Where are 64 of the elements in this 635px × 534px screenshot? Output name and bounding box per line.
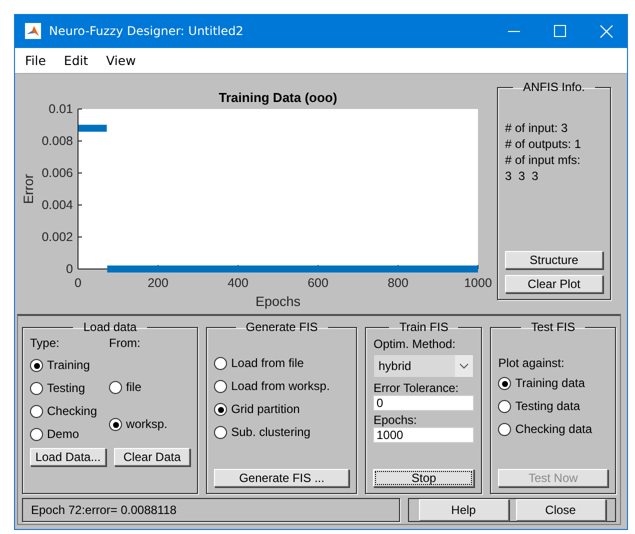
x-tick-label: 600	[308, 276, 328, 290]
push-button[interactable]: Help	[418, 499, 508, 521]
window-title: Neuro-Fuzzy Designer: Untitled2	[49, 24, 244, 38]
push-button[interactable]: Generate FIS ...	[214, 469, 350, 487]
y-tick-label: 0.01	[48, 102, 73, 116]
radio-option[interactable]: file	[109, 380, 168, 395]
close-icon[interactable]	[600, 24, 613, 38]
radio-option[interactable]: Checking data	[498, 422, 608, 437]
group-title: Generate FIS	[244, 320, 319, 334]
group-title: ANFIS Info.	[522, 80, 586, 94]
radio-option[interactable]: Checking	[30, 404, 98, 419]
app-icon	[25, 23, 41, 40]
y-axis-label: Error	[21, 174, 36, 204]
x-tick-label: 200	[148, 276, 168, 290]
y-tick-label: 0	[66, 262, 73, 276]
error-line	[78, 124, 107, 132]
chevron-down-icon	[459, 363, 470, 369]
info-text: # of input: 3	[505, 120, 569, 136]
radio-option[interactable]: Load from file	[214, 356, 350, 371]
chart-title: Training Data (ooo)	[218, 90, 338, 105]
field-label: Type:	[30, 336, 60, 350]
push-button[interactable]: Clear Data	[114, 448, 190, 466]
push-button[interactable]: Structure	[505, 251, 603, 269]
input-field[interactable]: 1000	[373, 427, 474, 443]
field-label: Plot against:	[498, 356, 566, 370]
menu-item[interactable]: Edit	[64, 53, 88, 68]
push-button[interactable]: Load Data...	[30, 448, 106, 466]
method-dropdown[interactable]: hybrid	[373, 354, 474, 378]
radio-option[interactable]: Load from worksp.	[214, 379, 350, 394]
group-title: Test FIS	[530, 320, 576, 334]
field-label: Epochs:	[373, 413, 418, 427]
radio-option[interactable]: Grid partition	[214, 402, 350, 417]
y-tick-label: 0.008	[42, 134, 73, 148]
info-text: 3 3 3	[505, 168, 540, 184]
stop-button[interactable]: Stop	[373, 469, 474, 487]
x-tick-label: 1000	[464, 276, 492, 290]
info-text: # of input mfs:	[505, 152, 582, 168]
push-button[interactable]: Clear Plot	[505, 275, 603, 293]
x-axis-label: Epochs	[255, 294, 301, 309]
y-tick-label: 0.004	[42, 198, 73, 212]
push-button[interactable]: Close	[516, 499, 606, 521]
input-field[interactable]: 0	[373, 395, 474, 411]
radio-option[interactable]: Training data	[498, 376, 608, 391]
group-title: Train FIS	[398, 320, 450, 334]
menu-item[interactable]: File	[25, 53, 46, 68]
x-tick-label: 0	[74, 276, 82, 290]
radio-option[interactable]: worksp.	[109, 417, 168, 432]
radio-option[interactable]: Testing data	[498, 399, 608, 414]
field-label: Error Tolerance:	[373, 381, 460, 395]
field-label: From:	[109, 336, 142, 350]
menu-item[interactable]: View	[106, 53, 136, 68]
group-title: Load data	[82, 320, 138, 334]
x-tick-label: 800	[388, 276, 408, 290]
maximize-icon[interactable]	[554, 25, 566, 38]
y-tick-label: 0.002	[42, 230, 73, 244]
x-tick-label: 400	[228, 276, 248, 290]
radio-option[interactable]: Training	[30, 358, 98, 373]
radio-option[interactable]: Sub. clustering	[214, 425, 350, 440]
radio-option[interactable]: Testing	[30, 381, 98, 396]
radio-option[interactable]: Demo	[30, 427, 98, 442]
status-text: Epoch 72:error= 0.0088118	[31, 503, 177, 517]
field-label: Optim. Method:	[373, 337, 457, 351]
y-tick-label: 0.006	[42, 166, 73, 180]
info-text: # of outputs: 1	[505, 136, 582, 152]
